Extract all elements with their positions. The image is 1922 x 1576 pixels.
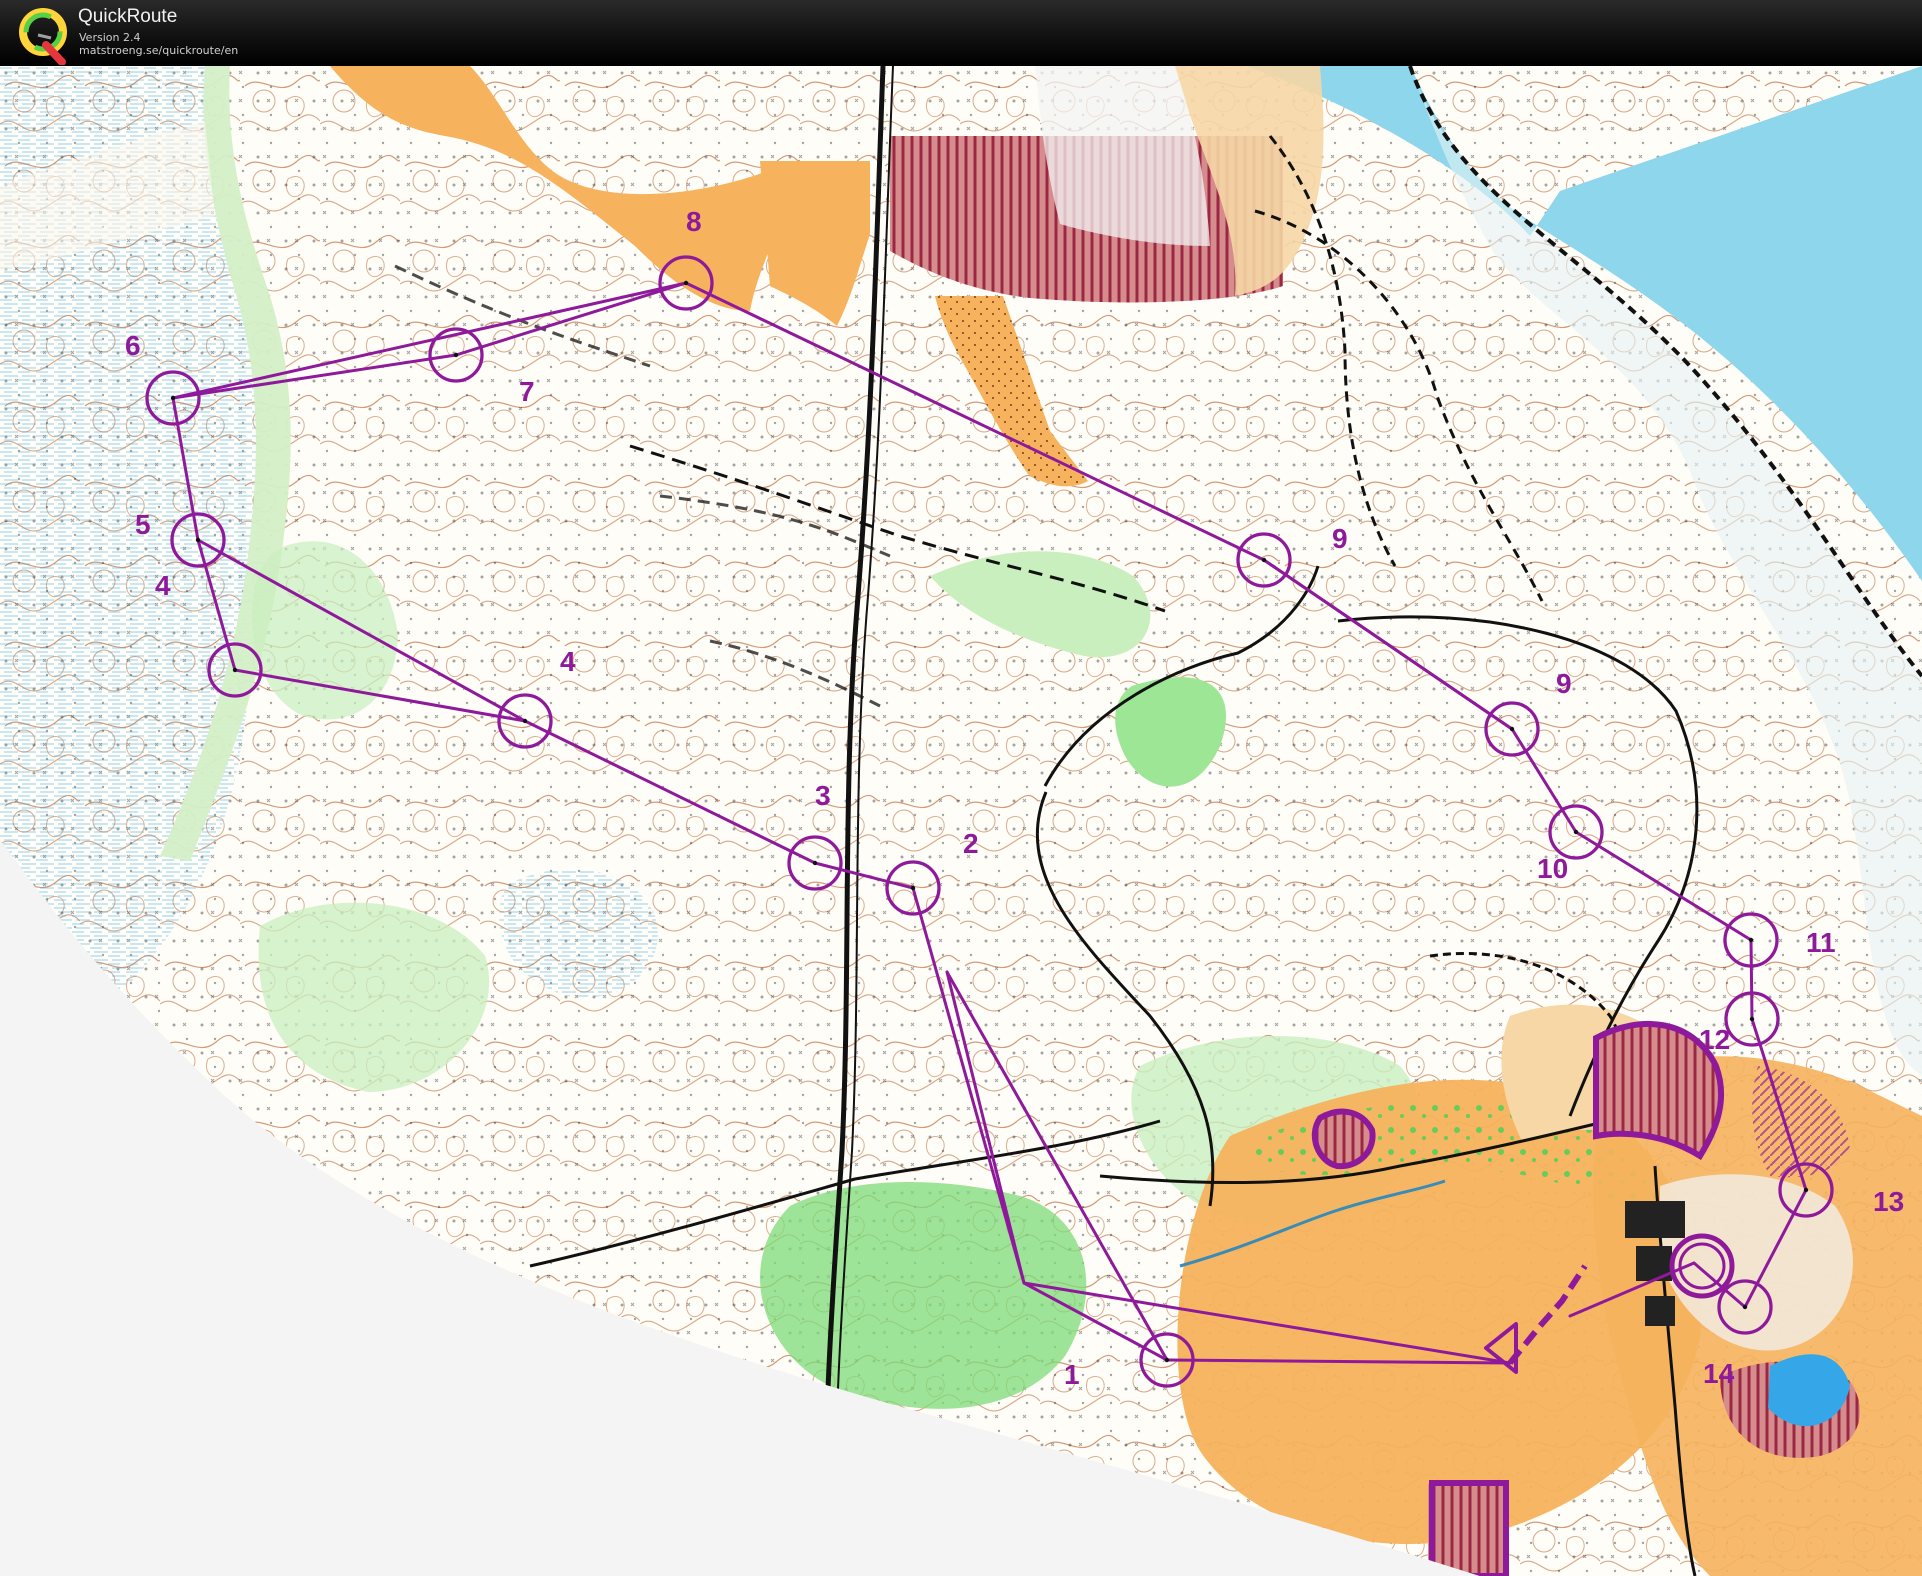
control-center-dot-12	[1573, 829, 1579, 835]
orienteering-map-view[interactable]: 1 2 3 4 4 5 6 7 8 9 9 10 11 12 13 14	[0, 66, 1922, 1576]
control-center-dot-2	[910, 885, 916, 891]
control-number-label: 12	[1699, 1024, 1730, 1055]
control-number-label: 1	[1064, 1359, 1080, 1390]
control-center-dot-13	[1748, 937, 1754, 943]
orienteering-map[interactable]: 123445678991011121314	[0, 66, 1922, 1576]
control-center-dot-15	[1803, 1187, 1809, 1193]
control-center-dot-4	[522, 718, 528, 724]
control-center-dot-8	[453, 352, 459, 358]
control-number-label: 5	[135, 509, 151, 540]
control-number-label: 8	[686, 206, 702, 237]
control-number-label: 4	[560, 646, 576, 677]
control-center-dot-7	[170, 395, 176, 401]
app-title: QuickRoute	[78, 6, 178, 27]
control-center-dot-3	[812, 860, 818, 866]
control-number-label: 3	[815, 780, 831, 811]
app-url: matstroeng.se/quickroute/en	[79, 44, 239, 57]
control-center-dot-1	[1164, 1357, 1170, 1363]
control-center-dot-10	[1261, 557, 1267, 563]
control-number-label: 7	[519, 376, 535, 407]
restricted-area-marker-south	[1429, 1480, 1509, 1576]
app-version: Version 2.4	[79, 31, 141, 44]
map-base-layer	[0, 66, 1922, 1576]
control-number-label: 9	[1556, 668, 1572, 699]
control-center-dot-14	[1749, 1016, 1755, 1022]
control-number-label: 2	[963, 828, 979, 859]
control-number-label: 14	[1703, 1358, 1735, 1389]
quickroute-q-logo-icon	[19, 8, 67, 65]
control-number-label: 4	[155, 570, 171, 601]
control-center-dot-9	[683, 280, 689, 286]
app-titlebar: QuickRoute Version 2.4 matstroeng.se/qui…	[0, 0, 1922, 66]
control-number-label: 13	[1873, 1186, 1904, 1217]
control-center-dot-5	[232, 667, 238, 673]
control-center-dot-6	[195, 537, 201, 543]
restricted-field-north-west	[895, 136, 1010, 256]
control-number-label: 9	[1332, 523, 1348, 554]
control-number-label: 6	[125, 330, 141, 361]
quickroute-window: QuickRoute Version 2.4 matstroeng.se/qui…	[0, 0, 1922, 1576]
restricted-area-marker-center	[1311, 1108, 1376, 1170]
control-number-label: 10	[1537, 853, 1568, 884]
course-leg-15	[1749, 938, 1754, 1021]
control-center-dot-16	[1742, 1304, 1748, 1310]
control-number-label: 11	[1806, 927, 1836, 958]
control-center-dot-11	[1509, 726, 1515, 732]
